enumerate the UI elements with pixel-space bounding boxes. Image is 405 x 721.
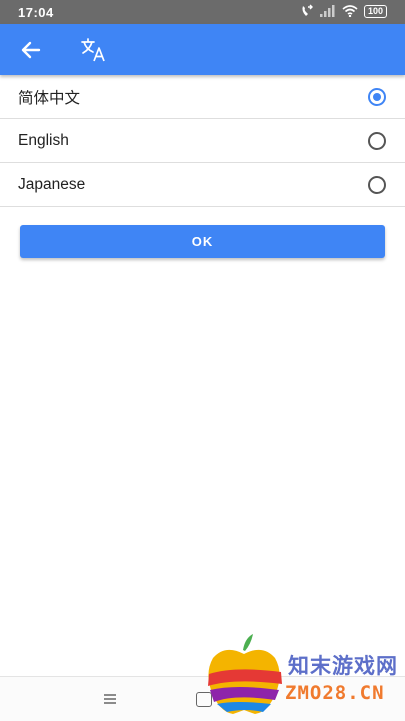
wifi-icon bbox=[342, 5, 358, 17]
battery-icon: 100 bbox=[363, 4, 387, 18]
status-time: 17:04 bbox=[18, 5, 54, 20]
ok-button[interactable]: OK bbox=[20, 225, 385, 258]
menu-icon[interactable] bbox=[102, 692, 118, 706]
watermark: 知末游戏网 ZMO28.CN bbox=[205, 632, 405, 720]
apple-logo bbox=[208, 634, 282, 714]
radio-button[interactable] bbox=[368, 175, 386, 194]
status-icons: 100 bbox=[300, 4, 387, 18]
app-bar bbox=[0, 24, 405, 75]
language-label: English bbox=[18, 131, 69, 149]
signal-icon bbox=[319, 5, 336, 17]
language-option-ja[interactable]: Japanese bbox=[0, 163, 405, 207]
language-list: 简体中文 English Japanese bbox=[0, 75, 405, 207]
status-bar: 17:04 100 bbox=[0, 0, 405, 24]
language-label: 简体中文 bbox=[18, 89, 81, 107]
call-forward-icon bbox=[300, 4, 314, 18]
watermark-domain: ZMO28.CN bbox=[285, 682, 385, 704]
arrow-left-icon[interactable] bbox=[18, 37, 44, 63]
translate-icon bbox=[80, 36, 108, 64]
radio-button[interactable] bbox=[368, 131, 386, 150]
language-label: Japanese bbox=[18, 175, 86, 193]
watermark-title: 知末游戏网 bbox=[288, 655, 398, 678]
language-option-zh[interactable]: 简体中文 bbox=[0, 75, 405, 119]
language-option-en[interactable]: English bbox=[0, 119, 405, 163]
radio-button-selected[interactable] bbox=[368, 87, 386, 106]
